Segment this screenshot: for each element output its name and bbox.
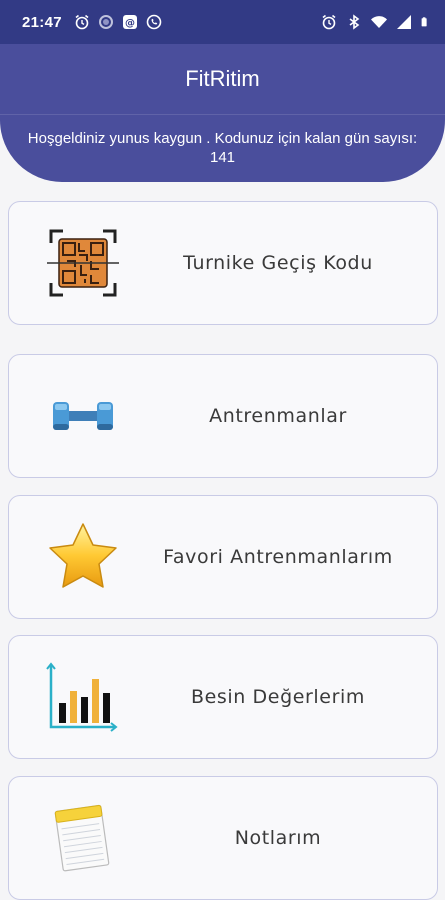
whatsapp-icon bbox=[146, 14, 162, 30]
status-bar: 21:47 @ bbox=[0, 0, 445, 44]
menu-label: Antrenmanlar bbox=[209, 405, 347, 427]
battery-icon bbox=[421, 17, 427, 27]
menu-label: Notlarım bbox=[234, 827, 322, 849]
menu-card-turnstile-code[interactable]: Turnike Geçiş Kodu bbox=[8, 201, 438, 325]
menu-card-notes[interactable]: Notlarım bbox=[8, 776, 438, 900]
menu-label: Favori Antrenmanlarım bbox=[163, 546, 393, 568]
alarm-icon bbox=[75, 14, 89, 30]
qr-code-icon bbox=[45, 225, 121, 301]
app-bar: FitRitim bbox=[0, 44, 445, 114]
bar-chart-icon bbox=[45, 659, 121, 735]
notepad-icon bbox=[45, 800, 121, 876]
menu-label: Turnike Geçiş Kodu bbox=[183, 252, 373, 274]
status-right-icons bbox=[321, 14, 431, 30]
alarm-icon bbox=[322, 14, 336, 30]
menu-card-workouts[interactable]: Antrenmanlar bbox=[8, 354, 438, 478]
wifi-icon bbox=[371, 16, 387, 28]
dumbbell-icon bbox=[45, 378, 121, 454]
sync-icon bbox=[98, 15, 113, 29]
status-left-icons: @ bbox=[74, 14, 162, 30]
signal-icon bbox=[397, 15, 411, 29]
star-icon bbox=[45, 519, 121, 595]
bluetooth-icon bbox=[349, 14, 360, 30]
welcome-panel: Hoşgeldiniz yunus kaygun . Kodunuz için … bbox=[0, 114, 445, 182]
menu-card-favorite-workouts[interactable]: Favori Antrenmanlarım bbox=[8, 495, 438, 619]
threads-icon: @ bbox=[122, 15, 137, 29]
svg-text:@: @ bbox=[125, 18, 135, 29]
menu-card-nutrition[interactable]: Besin Değerlerim bbox=[8, 635, 438, 759]
menu-label: Besin Değerlerim bbox=[190, 686, 366, 708]
app-title: FitRitim bbox=[185, 66, 260, 91]
welcome-message: Hoşgeldiniz yunus kaygun . Kodunuz için … bbox=[27, 130, 418, 166]
status-time: 21:47 bbox=[22, 13, 62, 31]
